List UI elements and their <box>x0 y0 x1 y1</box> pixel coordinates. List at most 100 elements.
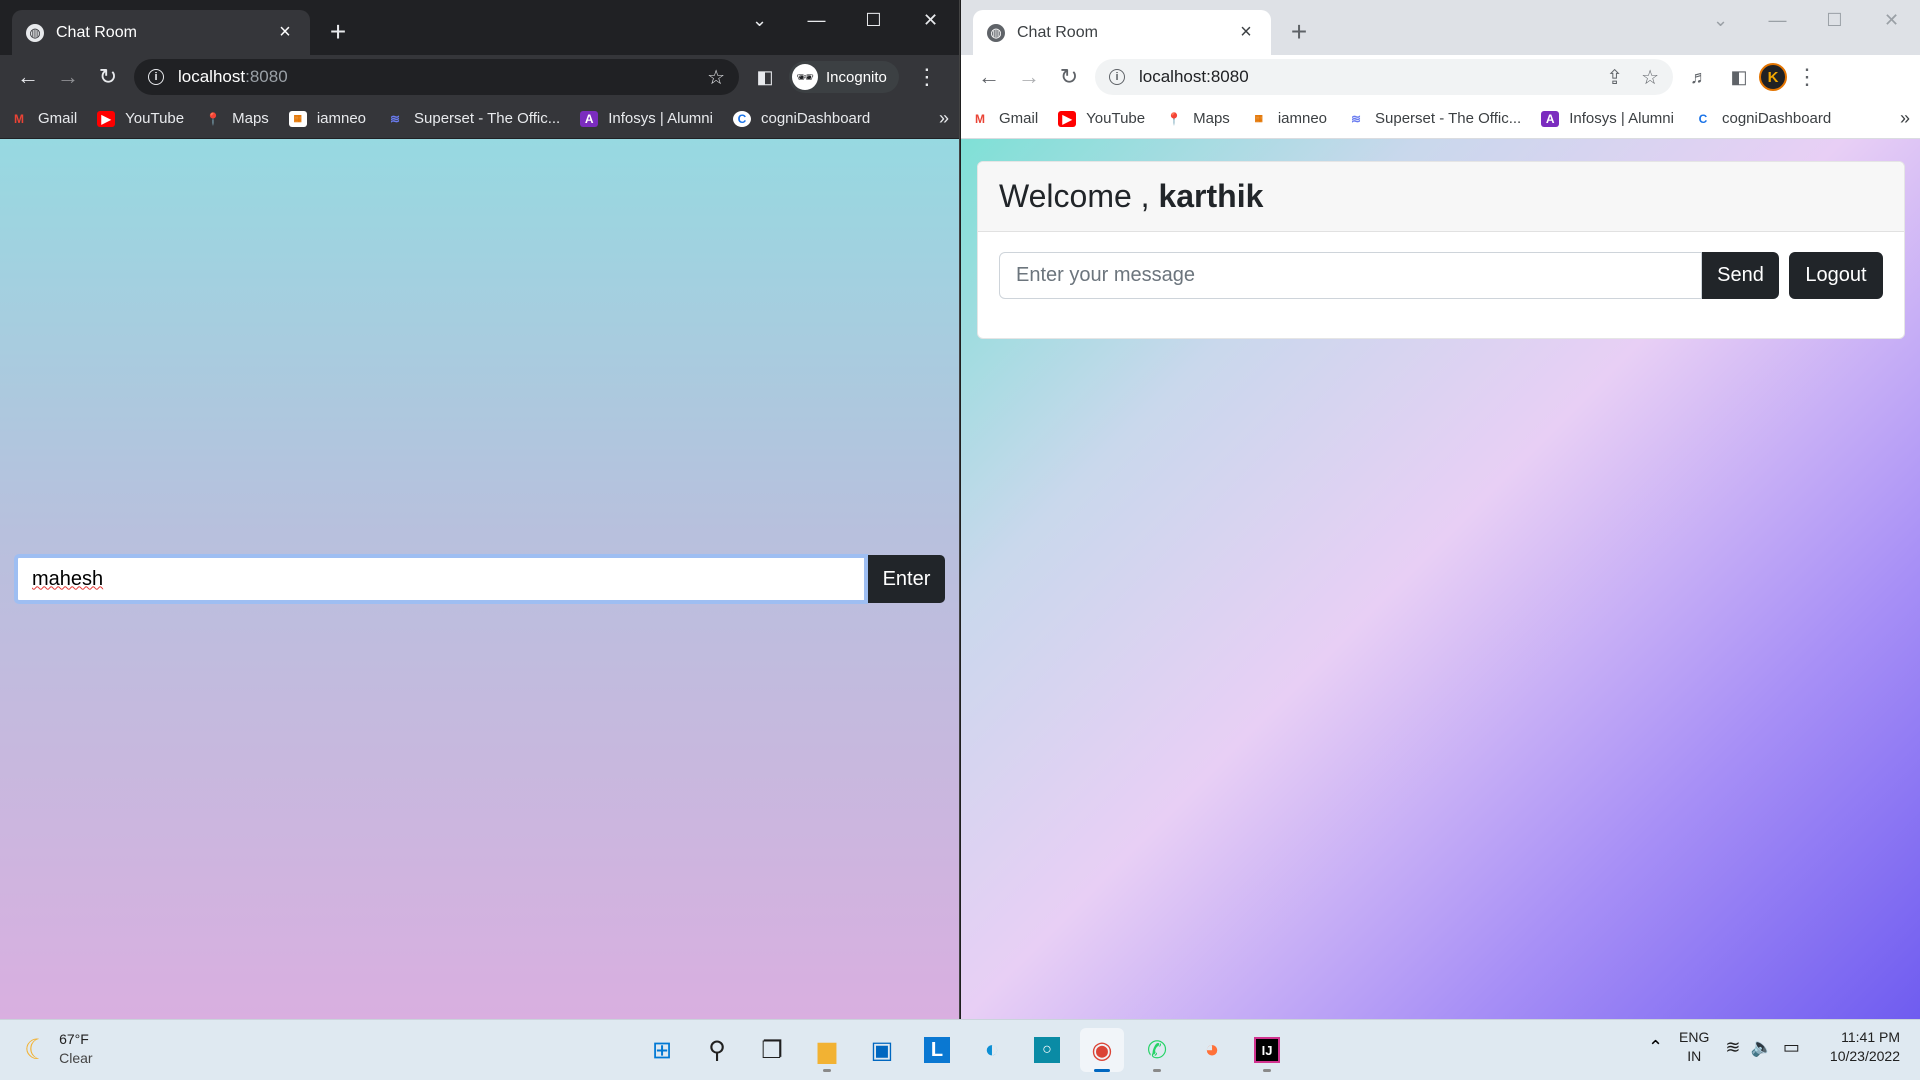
message-input[interactable]: Enter your message <box>999 252 1702 299</box>
bookmark-gmail[interactable]: M Gmail <box>971 110 1038 127</box>
l-app-icon[interactable]: L <box>915 1028 959 1072</box>
time: 11:41 PM <box>1841 1029 1900 1045</box>
bookmarks-bar: M Gmail ▶ YouTube 📍 Maps ▦ iamneo ≋ Superset … <box>0 99 959 139</box>
reload-button[interactable]: ↻ <box>1049 59 1089 95</box>
url-text: localhost:8080 <box>1139 67 1249 86</box>
windows-taskbar: ☾ 67°F Clear ⊞ ⚲ ❐ ▆ ▣ L ◐ ○ ◉ ✆ ◕ IJ ⌃ … <box>0 1019 1920 1080</box>
bookmark-superset[interactable]: ≋ Superset - The Offic... <box>1347 110 1521 127</box>
tab-search-icon[interactable]: ⌄ <box>1692 0 1749 40</box>
address-bar[interactable]: i localhost:8080 ⇪ ☆ <box>1095 59 1673 95</box>
minimize-button[interactable]: — <box>1749 0 1806 40</box>
weather-widget[interactable]: ☾ 67°F Clear <box>24 1030 93 1068</box>
bookmark-label: iamneo <box>316 110 367 127</box>
bookmark-superset[interactable]: ≋ Superset - The Offic... <box>386 110 560 127</box>
username-value: mahesh <box>32 567 104 590</box>
quick-settings[interactable]: ≋ 🔈 ▭ <box>1725 1037 1800 1058</box>
store-icon[interactable]: ▣ <box>860 1028 904 1072</box>
profile-avatar[interactable]: K <box>1759 63 1787 91</box>
chat-card: Welcome , karthik Enter your message Sen… <box>977 161 1905 339</box>
bookmark-gmail[interactable]: M Gmail <box>10 110 77 127</box>
bookmark-maps[interactable]: 📍 Maps <box>1165 110 1230 127</box>
weather-condition: Clear <box>59 1050 93 1066</box>
close-window-button[interactable]: ✕ <box>1863 0 1920 40</box>
bookmark-iamneo[interactable]: ▦ iamneo <box>288 110 367 127</box>
edge-icon[interactable]: ◐ <box>970 1028 1014 1072</box>
start-icon[interactable]: ⊞ <box>640 1028 684 1072</box>
username-input[interactable]: mahesh <box>14 554 868 604</box>
whatsapp-icon[interactable]: ✆ <box>1135 1028 1179 1072</box>
bookmark-star-icon[interactable]: ☆ <box>1641 65 1659 90</box>
incognito-icon: 🕶 <box>792 64 818 90</box>
more-bookmarks-icon[interactable]: » <box>939 108 949 129</box>
infosys-icon: A <box>1541 110 1560 127</box>
menu-icon[interactable]: ⋮ <box>1787 59 1827 95</box>
more-bookmarks-icon[interactable]: » <box>1900 108 1910 129</box>
minimize-button[interactable]: — <box>788 0 845 40</box>
bookmark-youtube[interactable]: ▶ YouTube <box>97 110 184 127</box>
superset-icon: ≋ <box>389 111 401 126</box>
region-code: IN <box>1687 1048 1702 1064</box>
cognidashboard-icon: C <box>732 110 751 127</box>
search-icon[interactable]: ⚲ <box>695 1028 739 1072</box>
file-explorer-icon[interactable]: ▆ <box>805 1028 849 1072</box>
firefox-icon[interactable]: ◕ <box>1190 1028 1234 1072</box>
window-controls: ⌄ — ☐ ✕ <box>1692 0 1920 40</box>
back-button[interactable]: ← <box>969 59 1009 95</box>
clock[interactable]: 11:41 PM 10/23/2022 <box>1830 1028 1900 1066</box>
tab-chat-room[interactable]: ◍ Chat Room × <box>12 10 310 55</box>
language-indicator[interactable]: ENG IN <box>1679 1028 1709 1066</box>
site-info-icon[interactable]: i <box>1109 69 1125 85</box>
message-form: Enter your message Send Logout <box>978 232 1904 319</box>
reload-button[interactable]: ↻ <box>88 59 128 95</box>
chrome-icon[interactable]: ◉ <box>1080 1028 1124 1072</box>
new-tab-button[interactable]: + <box>1283 16 1315 48</box>
bookmark-cognidashboard[interactable]: CcogniDashboard <box>732 110 870 127</box>
tab-strip: ◍ Chat Room × + ⌄ — ☐ ✕ <box>961 0 1920 55</box>
new-tab-button[interactable]: + <box>322 16 354 48</box>
bookmark-label: Superset - The Offic... <box>1375 110 1522 127</box>
bookmark-label: YouTube <box>1086 110 1146 127</box>
browser-toolbar: ← → ↻ i localhost:8080 ⇪ ☆ ♬ ◧ K ⋮ <box>961 55 1920 99</box>
bookmark-label: Gmail <box>38 110 78 127</box>
share-icon[interactable]: ⇪ <box>1606 65 1623 90</box>
task-view-icon[interactable]: ❐ <box>750 1028 794 1072</box>
system-tray: ⌃ ENG IN ≋ 🔈 ▭ 11:41 PM 10/23/2022 <box>1648 1028 1900 1066</box>
incognito-badge[interactable]: 🕶 Incognito <box>789 61 899 93</box>
logout-button[interactable]: Logout <box>1789 252 1883 299</box>
tab-chat-room[interactable]: ◍ Chat Room × <box>973 10 1271 55</box>
menu-icon[interactable]: ⋮ <box>907 59 947 95</box>
maximize-button[interactable]: ☐ <box>845 0 902 40</box>
window-controls: ⌄ — ☐ ✕ <box>731 0 959 40</box>
side-panel-icon[interactable]: ◧ <box>1719 59 1759 95</box>
bookmark-infosys[interactable]: A Infosys | Alumni <box>580 110 713 127</box>
incognito-browser-window: ◍ Chat Room × + ⌄ — ☐ ✕ ← → ↻ i localhos… <box>0 0 960 1019</box>
close-window-button[interactable]: ✕ <box>902 0 959 40</box>
bookmark-iamneo[interactable]: ▦ iamneo <box>1250 110 1327 127</box>
intellij-icon[interactable]: IJ <box>1245 1028 1289 1072</box>
bookmark-infosys[interactable]: A Infosys | Alumni <box>1541 110 1674 127</box>
address-bar[interactable]: i localhost:8080 ☆ <box>134 59 739 95</box>
enter-button[interactable]: Enter <box>868 555 945 603</box>
cortana-icon[interactable]: ○ <box>1025 1028 1069 1072</box>
bookmark-youtube[interactable]: ▶ YouTube <box>1058 110 1145 127</box>
maximize-button[interactable]: ☐ <box>1806 0 1863 40</box>
send-button[interactable]: Send <box>1702 252 1779 299</box>
bookmark-label: iamneo <box>1277 110 1328 127</box>
moon-icon: ☾ <box>24 1033 50 1065</box>
forward-button[interactable]: → <box>48 59 88 95</box>
show-hidden-icons[interactable]: ⌃ <box>1648 1037 1663 1058</box>
tab-search-icon[interactable]: ⌄ <box>731 0 788 40</box>
media-control-icon[interactable]: ♬ <box>1679 59 1719 95</box>
volume-icon: 🔈 <box>1750 1036 1773 1057</box>
side-panel-icon[interactable]: ◧ <box>745 59 785 95</box>
close-tab-icon[interactable]: × <box>274 21 296 44</box>
forward-button[interactable]: → <box>1009 59 1049 95</box>
back-button[interactable]: ← <box>8 59 48 95</box>
bookmark-maps[interactable]: 📍 Maps <box>204 110 269 127</box>
incognito-label: Incognito <box>826 68 887 86</box>
close-tab-icon[interactable]: × <box>1235 21 1257 44</box>
bookmark-cognidashboard[interactable]: CcogniDashboard <box>1694 110 1832 127</box>
bookmark-star-icon[interactable]: ☆ <box>707 65 725 90</box>
site-info-icon[interactable]: i <box>148 69 164 85</box>
bookmark-label: YouTube <box>125 110 185 127</box>
